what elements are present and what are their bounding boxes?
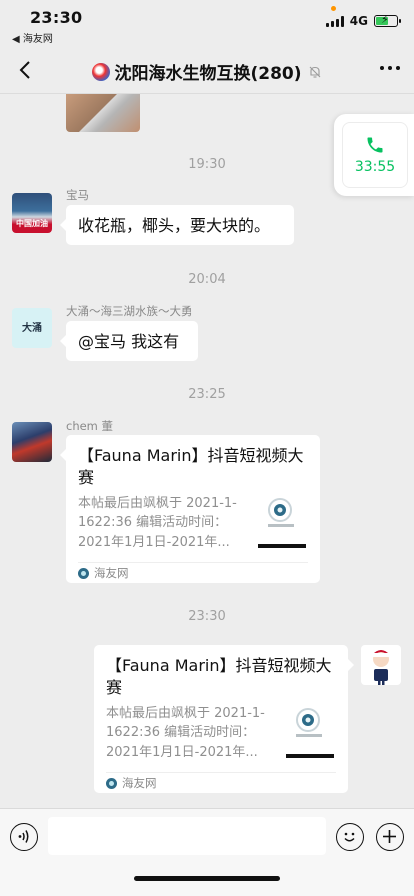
phone-icon bbox=[367, 137, 383, 153]
network-type: 4G bbox=[349, 14, 368, 28]
card-source: 海友网 bbox=[106, 771, 336, 794]
card-description: 本帖最后由飒枫于 2021-1-1622:36 编辑活动时间：2021年1月1日… bbox=[106, 705, 265, 760]
add-icon bbox=[383, 830, 396, 843]
status-time: 23:30 bbox=[30, 8, 83, 27]
source-icon bbox=[78, 567, 89, 579]
sender-name: 大涌～海三湖水族～大勇 bbox=[66, 304, 193, 318]
sender-name: 宝马 bbox=[66, 188, 89, 202]
card-source-label: 海友网 bbox=[122, 776, 157, 791]
card-description: 本帖最后由飒枫于 2021-1-1622:36 编辑活动时间：2021年1月1日… bbox=[78, 495, 237, 550]
status-bar: 23:30 ◀ 海友网 4G ⚡ bbox=[0, 0, 414, 46]
floating-call-window[interactable]: 33:55 bbox=[334, 114, 414, 196]
timestamp: 23:30 bbox=[188, 609, 226, 624]
sender-name: chem 董 bbox=[66, 419, 114, 433]
status-icons: 4G ⚡ bbox=[325, 13, 401, 28]
signal-icon bbox=[325, 15, 344, 27]
avatar[interactable]: 中国加油 bbox=[12, 193, 52, 233]
chat-title: 沈阳海水生物互换(280) bbox=[114, 64, 302, 84]
group-badge-icon bbox=[92, 62, 111, 81]
input-bar bbox=[0, 808, 414, 896]
privacy-indicator bbox=[331, 6, 336, 11]
card-thumbnail bbox=[282, 704, 336, 758]
image-message[interactable] bbox=[66, 94, 140, 132]
more-horizontal-icon[interactable] bbox=[380, 66, 400, 70]
logo-icon bbox=[258, 497, 306, 548]
back-to-app-link[interactable]: ◀ 海友网 bbox=[12, 30, 53, 45]
chat-title-group: 沈阳海水生物互换(280) bbox=[0, 59, 414, 84]
card-source-label: 海友网 bbox=[94, 566, 129, 581]
avatar[interactable]: 大涌 bbox=[12, 308, 52, 348]
timestamp: 19:30 bbox=[188, 157, 226, 172]
card-title: 【Fauna Marin】抖音短视频大赛 bbox=[78, 446, 304, 488]
battery-icon: ⚡ bbox=[374, 13, 401, 27]
card-thumbnail bbox=[254, 494, 308, 548]
logo-icon bbox=[286, 707, 334, 758]
cartoon-avatar-icon bbox=[372, 650, 390, 685]
timestamp: 23:25 bbox=[188, 387, 226, 402]
bell-off-icon bbox=[309, 66, 320, 78]
timestamp: 20:04 bbox=[188, 272, 226, 287]
message-bubble[interactable]: @宝马 我这有 bbox=[60, 321, 198, 361]
plus-icon[interactable] bbox=[376, 823, 404, 851]
message-bubble[interactable]: 收花瓶，椰头，要大块的。 bbox=[60, 205, 294, 245]
avatar[interactable] bbox=[361, 645, 401, 685]
card-title: 【Fauna Marin】抖音短视频大赛 bbox=[106, 656, 332, 698]
home-indicator bbox=[134, 876, 280, 881]
message-input[interactable] bbox=[48, 817, 326, 855]
avatar-label: 中国加油 bbox=[16, 219, 48, 228]
chat-header: 沈阳海水生物互换(280) bbox=[0, 46, 414, 94]
avatar-label: 大涌 bbox=[22, 322, 42, 334]
card-source: 海友网 bbox=[78, 561, 308, 584]
link-card[interactable]: 【Fauna Marin】抖音短视频大赛 本帖最后由飒枫于 2021-1-162… bbox=[94, 645, 354, 794]
source-icon bbox=[106, 777, 117, 789]
voice-icon[interactable] bbox=[10, 823, 38, 851]
avatar[interactable] bbox=[12, 422, 52, 462]
link-card[interactable]: 【Fauna Marin】抖音短视频大赛 本帖最后由飒枫于 2021-1-162… bbox=[60, 435, 320, 584]
smile-icon bbox=[344, 832, 355, 842]
voice-wave-icon bbox=[18, 830, 29, 843]
emoji-icon[interactable] bbox=[336, 823, 364, 851]
